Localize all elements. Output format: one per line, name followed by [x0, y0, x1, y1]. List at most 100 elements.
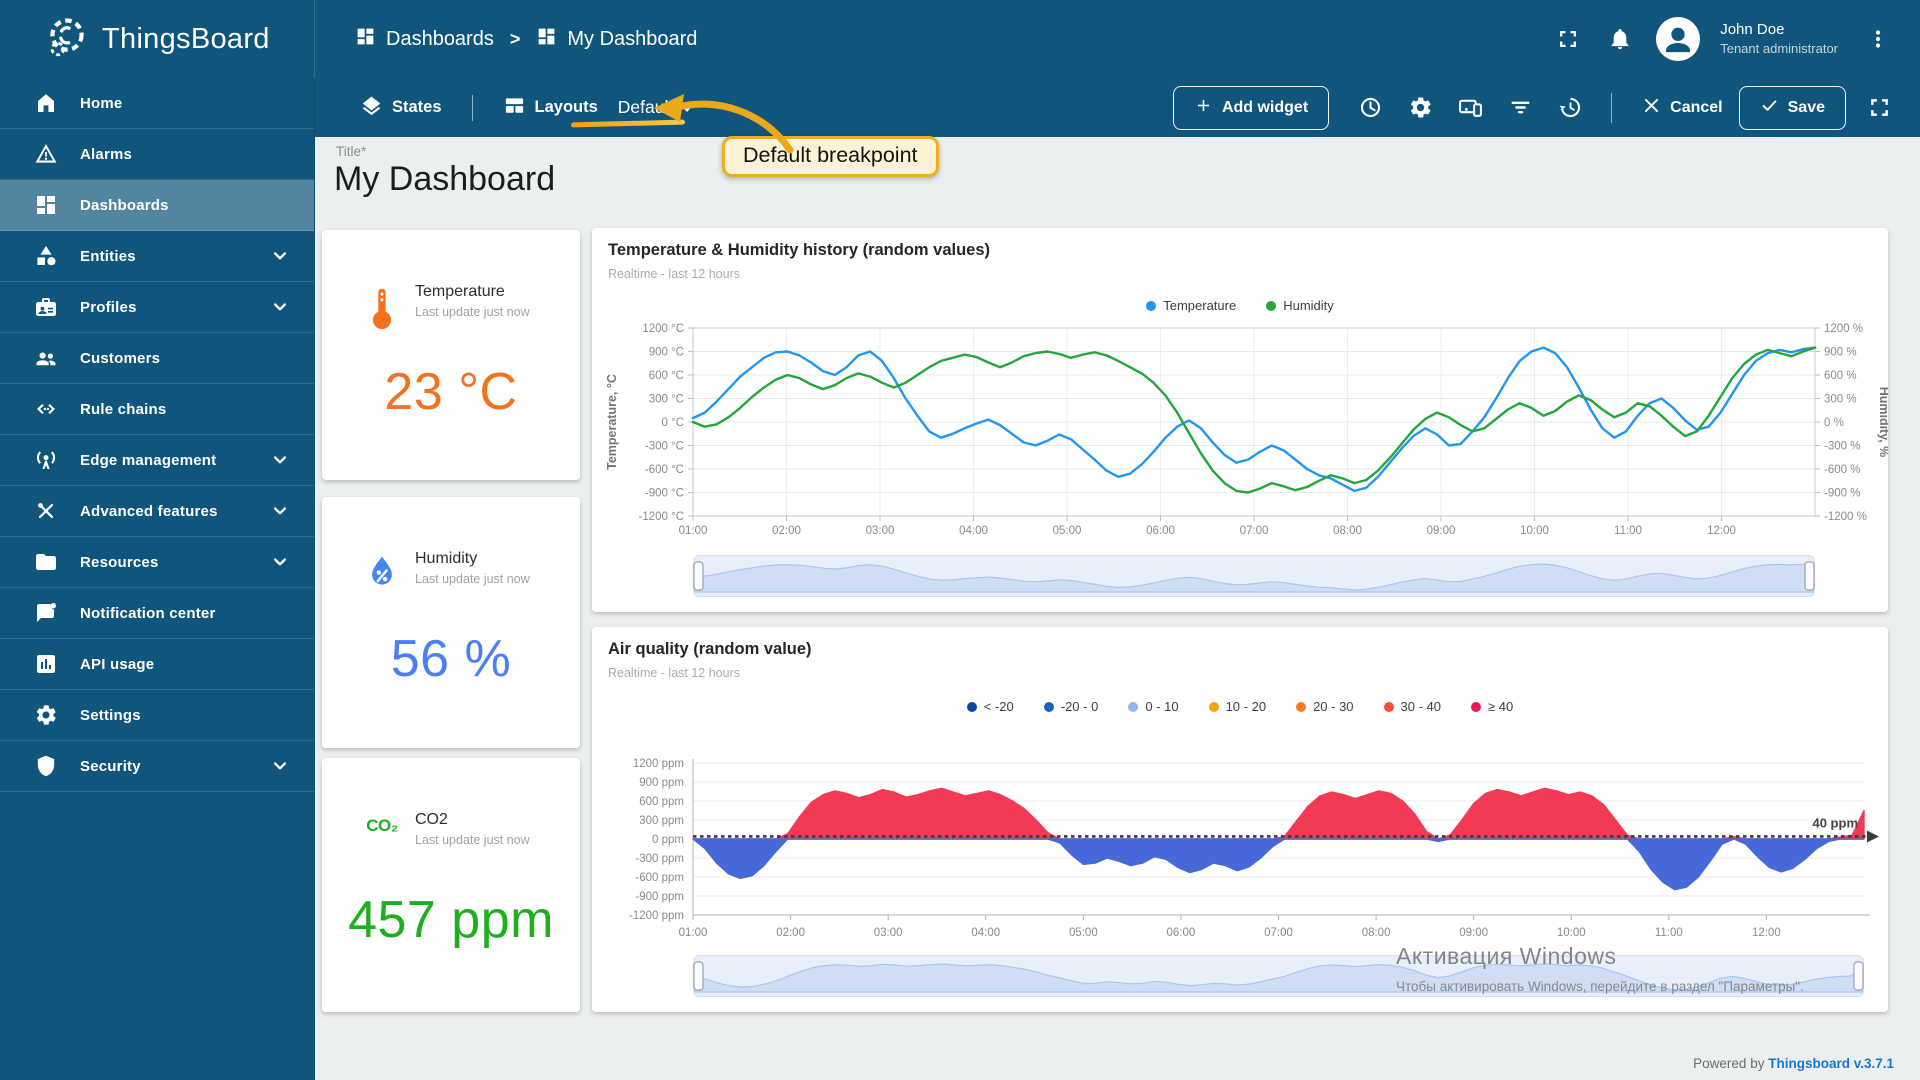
- humidity-widget-card[interactable]: Humidity Last update just now 56 %: [322, 497, 580, 748]
- svg-text:11:00: 11:00: [1655, 927, 1683, 939]
- sidebar-item-dashboards[interactable]: Dashboards: [0, 180, 314, 231]
- svg-text:1200 %: 1200 %: [1824, 323, 1863, 335]
- legend-item[interactable]: 30 - 40: [1384, 699, 1441, 714]
- notifications-bell-icon[interactable]: [1598, 17, 1642, 61]
- range-handle-left[interactable]: [694, 962, 703, 990]
- sidebar-item-settings[interactable]: Settings: [0, 690, 314, 741]
- add-widget-button[interactable]: Add widget: [1173, 86, 1329, 130]
- widget-title: CO2: [415, 810, 530, 830]
- svg-text:1200 ppm: 1200 ppm: [633, 758, 684, 770]
- legend-item[interactable]: 0 - 10: [1128, 699, 1178, 714]
- cancel-button[interactable]: Cancel: [1630, 87, 1734, 129]
- svg-text:0 %: 0 %: [1824, 417, 1844, 429]
- widget-title: Temperature: [415, 282, 530, 302]
- temperature-widget-card[interactable]: Temperature Last update just now 23 °C: [322, 230, 580, 480]
- line-chart-plot[interactable]: 1200 °C1200 %900 °C900 %600 °C600 %300 °…: [592, 316, 1888, 556]
- temperature-value: 23 °C: [322, 362, 580, 422]
- sidebar-item-edge-management[interactable]: Edge management: [0, 435, 314, 486]
- breadcrumb-current-dashboard[interactable]: My Dashboard: [536, 26, 697, 53]
- temperature-humidity-chart-card[interactable]: Temperature & Humidity history (random v…: [592, 228, 1888, 612]
- svg-text:0 °C: 0 °C: [662, 417, 685, 429]
- legend-item[interactable]: Humidity: [1266, 298, 1334, 313]
- toolbar-right: Add widget Cancel: [1173, 85, 1920, 131]
- svg-text:600 %: 600 %: [1824, 370, 1857, 382]
- check-icon: [1760, 96, 1779, 120]
- expand-fullscreen-icon[interactable]: [1856, 85, 1902, 131]
- svg-text:01:00: 01:00: [679, 525, 708, 537]
- sidebar-item-alarms[interactable]: Alarms: [0, 129, 314, 180]
- svg-text:-900 %: -900 %: [1824, 488, 1860, 500]
- svg-text:-600 ppm: -600 ppm: [635, 872, 684, 884]
- svg-text:-300 ppm: -300 ppm: [635, 853, 684, 865]
- svg-text:11:00: 11:00: [1614, 525, 1642, 537]
- co2-widget-card[interactable]: CO₂ CO2 Last update just now 457 ppm: [322, 758, 580, 1012]
- legend-dot: [1266, 301, 1276, 311]
- area-chart-plot[interactable]: 1200 ppm900 ppm600 ppm300 ppm0 ppm-300 p…: [592, 739, 1888, 954]
- chart-title: Temperature & Humidity history (random v…: [608, 241, 990, 260]
- powered-by: Powered by Thingsboard v.3.7.1: [1693, 1056, 1894, 1071]
- settings-icon: [34, 703, 58, 727]
- save-button[interactable]: Save: [1739, 86, 1846, 130]
- range-handle-right[interactable]: [1854, 962, 1863, 990]
- svg-text:09:00: 09:00: [1427, 525, 1456, 537]
- top-header: ThingsBoard Dashboards > My Dashboard: [0, 0, 1920, 78]
- user-info[interactable]: John Doe Tenant administrator: [1720, 20, 1838, 58]
- sidebar-item-label: Customers: [80, 350, 160, 367]
- thingsboard-version-link[interactable]: Thingsboard v.3.7.1: [1768, 1056, 1894, 1071]
- sidebar-item-entities[interactable]: Entities: [0, 231, 314, 282]
- sidebar-item-resources[interactable]: Resources: [0, 537, 314, 588]
- legend-item[interactable]: 10 - 20: [1209, 699, 1266, 714]
- sidebar-item-security[interactable]: Security: [0, 741, 314, 792]
- toolbar-divider: [472, 95, 473, 121]
- timewindow-clock-icon[interactable]: [1347, 85, 1393, 131]
- sidebar-item-notification-center[interactable]: Notification center: [0, 588, 314, 639]
- svg-text:900 %: 900 %: [1824, 347, 1857, 359]
- legend-item[interactable]: -20 - 0: [1044, 699, 1099, 714]
- manage-layouts-devices-icon[interactable]: [1447, 85, 1493, 131]
- sidebar-item-label: Notification center: [80, 605, 215, 622]
- sidebar-item-label: Rule chains: [80, 401, 166, 418]
- legend-item[interactable]: Temperature: [1146, 298, 1236, 313]
- legend-item[interactable]: < -20: [967, 699, 1014, 714]
- dashboard-title-label: Title*: [336, 144, 366, 159]
- legend-item[interactable]: ≥ 40: [1471, 699, 1513, 714]
- sidebar-item-api-usage[interactable]: API usage: [0, 639, 314, 690]
- svg-text:07:00: 07:00: [1264, 927, 1293, 939]
- range-handle-left[interactable]: [694, 562, 703, 590]
- svg-text:300 °C: 300 °C: [649, 394, 684, 406]
- plus-icon: [1194, 96, 1213, 120]
- thermometer-icon: [364, 282, 400, 334]
- breadcrumb-separator: >: [510, 29, 521, 50]
- user-avatar[interactable]: [1656, 17, 1700, 61]
- sidebar-item-rule-chains[interactable]: Rule chains: [0, 384, 314, 435]
- breadcrumb-dashboards[interactable]: Dashboards: [355, 26, 494, 53]
- chevron-down-icon: [270, 756, 290, 776]
- widget-subtitle: Last update just now: [415, 305, 530, 319]
- sidebar-item-label: Resources: [80, 554, 159, 571]
- sidebar-item-profiles[interactable]: Profiles: [0, 282, 314, 333]
- svg-text:09:00: 09:00: [1459, 927, 1488, 939]
- legend-item[interactable]: 20 - 30: [1296, 699, 1353, 714]
- time-range-selector[interactable]: [693, 955, 1864, 997]
- dashboard-title-input[interactable]: My Dashboard: [334, 160, 555, 199]
- threshold-label: 40 ppm: [1812, 815, 1858, 830]
- app-logo[interactable]: ThingsBoard: [0, 0, 315, 78]
- fullscreen-icon[interactable]: [1546, 17, 1590, 61]
- states-button[interactable]: States: [352, 88, 450, 128]
- svg-text:Humidity, %: Humidity, %: [1877, 387, 1888, 458]
- air-quality-chart-card[interactable]: Air quality (random value) Realtime - la…: [592, 627, 1888, 1012]
- time-range-selector[interactable]: [693, 555, 1815, 597]
- sidebar-item-advanced-features[interactable]: Advanced features: [0, 486, 314, 537]
- svg-text:06:00: 06:00: [1167, 927, 1196, 939]
- range-handle-right[interactable]: [1805, 562, 1814, 590]
- filter-icon[interactable]: [1497, 85, 1543, 131]
- version-history-icon[interactable]: [1547, 85, 1593, 131]
- sidebar-item-customers[interactable]: Customers: [0, 333, 314, 384]
- sidebar-item-home[interactable]: Home: [0, 78, 314, 129]
- default-breakpoint-callout: Default breakpoint: [722, 136, 939, 177]
- svg-text:06:00: 06:00: [1146, 525, 1175, 537]
- dashboard-settings-gear-icon[interactable]: [1397, 85, 1443, 131]
- svg-text:900 ppm: 900 ppm: [639, 777, 684, 789]
- layout-breakpoint-dropdown[interactable]: Default: [614, 91, 697, 124]
- kebab-menu-icon[interactable]: [1856, 17, 1900, 61]
